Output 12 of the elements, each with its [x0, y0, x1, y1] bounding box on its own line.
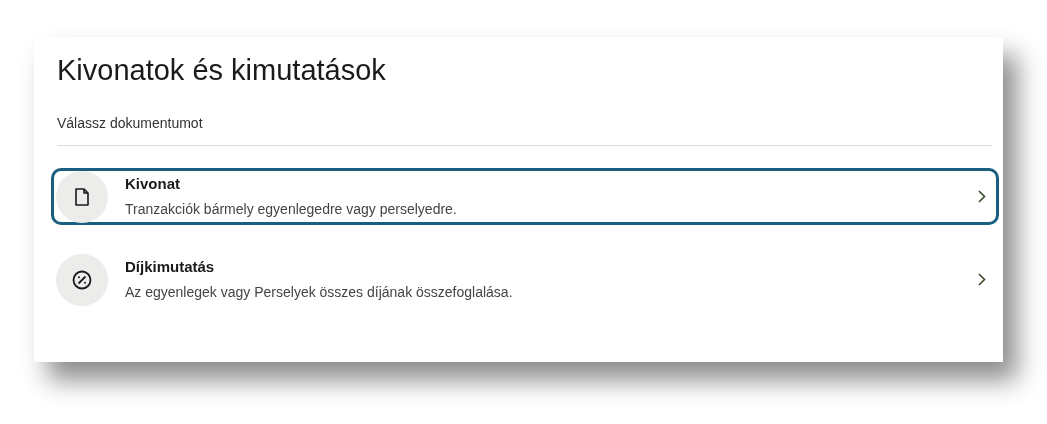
chevron-right-icon	[978, 273, 986, 286]
document-icon	[75, 187, 89, 206]
percent-icon	[72, 269, 92, 290]
option-description: Az egyenlegek vagy Perselyek összes díjának összefoglalása.	[125, 283, 513, 301]
document-option[interactable]: Kivonat Tranzakciók bármely egyenlegedre vagy perselyedre.	[51, 168, 999, 225]
option-title: Kivonat	[125, 175, 180, 193]
chevron-right-icon	[978, 190, 986, 203]
section-label: Válassz dokumentumot	[57, 114, 203, 133]
document-option[interactable]: Díjkimutatás Az egyenlegek vagy Perselyek összes díjának összefoglalása.	[51, 251, 999, 308]
page-title: Kivonatok és kimutatások	[57, 53, 386, 88]
option-description: Tranzakciók bármely egyenlegedre vagy perselyedre.	[125, 200, 457, 218]
option-title: Díjkimutatás	[125, 258, 215, 276]
